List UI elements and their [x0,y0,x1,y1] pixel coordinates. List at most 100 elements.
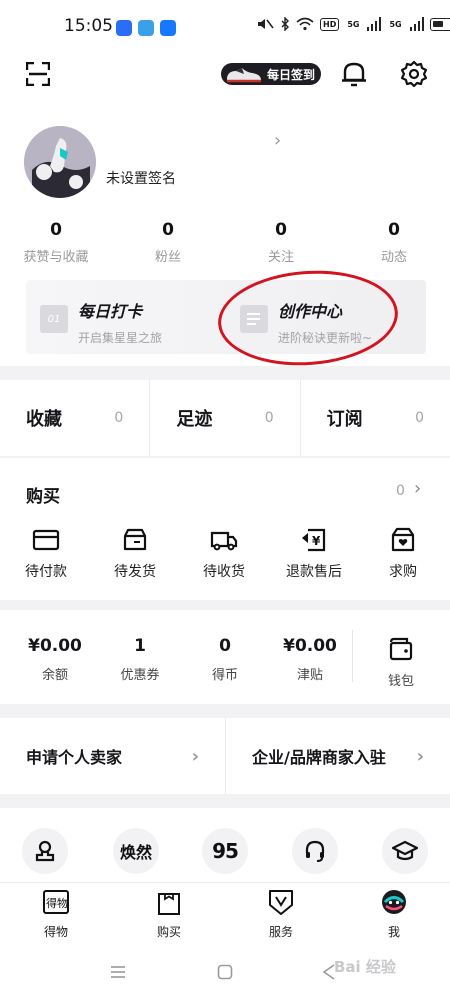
entry-count: 0 [415,410,424,426]
tab-buy[interactable]: 购买 [139,888,199,940]
profile-signature[interactable]: 未设置签名 [106,168,176,188]
truck-icon [210,531,238,551]
order-status-label: 待收货 [203,564,245,580]
stat-value: 0 [162,220,174,240]
menu-icon[interactable] [110,964,126,980]
chevron-right-icon[interactable]: › [274,130,281,151]
history-entry[interactable]: 足迹 0 [150,380,301,456]
wallet-button[interactable]: 钱包 [361,636,441,689]
svg-text:¥: ¥ [312,534,321,548]
orders-title[interactable]: 购买 [26,482,60,507]
huanran-logo[interactable]: 焕然 [113,828,159,874]
bluetooth-icon [281,17,289,31]
status-icons: HD 5G 5G [256,17,450,31]
stat-followers[interactable]: 0 粉丝 [112,220,224,265]
5g-badge: 5G [389,19,402,29]
headset-icon[interactable] [292,828,338,874]
scan-icon[interactable] [26,62,50,86]
avatar[interactable] [24,126,96,198]
orders-count[interactable]: 0 [396,483,405,499]
profile-avatar-icon [382,890,406,914]
stat-label: 关注 [267,250,294,265]
watermark: Bai 经验 [334,958,396,976]
dewu-icon: 得物 [43,890,69,914]
stamp-icon[interactable] [22,828,68,874]
order-status-label: 待付款 [25,564,67,580]
wallet-label: 津贴 [296,668,323,683]
shopping-bag-icon [158,893,180,915]
wallet-value: 0 [219,636,231,656]
avatar-figure-icon [24,126,96,198]
wanted-button[interactable]: 求购 [367,526,439,581]
heart-bag-icon [391,527,415,552]
shield-v-icon [269,890,293,915]
app-notification-icon [116,20,132,36]
stat-likes[interactable]: 0 获赞与收藏 [0,220,112,265]
refund-button[interactable]: ¥ 退款售后 [278,526,350,581]
app-notification-icon [138,20,154,36]
allowance-entry[interactable]: ¥0.00 津贴 [270,636,350,683]
5g-badge: 5G [347,19,360,29]
95-logo[interactable]: 95 [202,828,248,874]
pending-receipt-button[interactable]: 待收货 [188,526,260,581]
svg-text:得物: 得物 [46,896,68,910]
wallet-value: 1 [134,636,146,656]
coupons-entry[interactable]: 1 优惠券 [100,636,180,683]
tab-label: 我 [387,925,400,939]
stat-label: 动态 [380,250,407,265]
headset-glyph [305,840,325,862]
stamp-glyph [35,840,55,862]
favorites-entry[interactable]: 收藏 0 [0,380,151,456]
brand-merchant-entry[interactable]: 企业/品牌商家入驻 › [226,718,450,794]
box-icon [123,528,147,551]
entry-count: 0 [114,410,124,426]
chevron-right-icon: › [416,745,424,767]
promo-subtitle: 开启集星星之旅 [78,331,163,345]
stat-label: 粉丝 [154,250,181,265]
hd-badge: HD [320,17,340,31]
stat-following[interactable]: 0 关注 [225,220,337,265]
wifi-icon [296,17,314,31]
wallet-value: ¥0.00 [283,636,337,656]
stat-posts[interactable]: 0 动态 [338,220,450,265]
balance-entry[interactable]: ¥0.00 余额 [15,636,95,683]
entry-label: 申请个人卖家 [26,748,123,767]
entry-label: 订阅 [326,409,363,430]
signal-icon [367,17,382,31]
stat-value: 0 [50,220,62,240]
card-icon [32,529,60,551]
coins-entry[interactable]: 0 得币 [185,636,265,683]
wallet-label: 钱包 [387,674,414,689]
chevron-right-icon[interactable]: › [414,478,421,499]
wallet-icon [389,637,413,661]
battery-icon [429,17,450,31]
promo-title: 每日打卡 [78,302,143,321]
graduation-cap-glyph [392,840,418,861]
tab-label: 购买 [156,925,181,939]
wallet-label: 得币 [211,668,238,683]
divider [352,630,353,682]
tab-me[interactable]: 我 [364,888,424,940]
pending-payment-button[interactable]: 待付款 [10,526,82,581]
seller-row: 申请个人卖家 › 企业/品牌商家入驻 › [0,718,450,794]
signal-icon [409,17,424,31]
entry-label: 收藏 [26,409,62,430]
gear-icon[interactable] [400,60,428,88]
tab-service[interactable]: 服务 [251,888,311,940]
daily-checkin-card[interactable]: 每日打卡 开启集星星之旅 [78,298,162,346]
graduation-cap-icon[interactable] [382,828,428,874]
chevron-right-icon: › [191,745,199,767]
wallet-label: 优惠券 [120,668,160,683]
subscriptions-entry[interactable]: 订阅 0 [301,380,450,456]
wallet-value: ¥0.00 [28,636,82,656]
tab-dewu[interactable]: 得物 得物 [26,888,86,940]
order-status-label: 退款售后 [286,564,342,580]
tab-label: 服务 [268,925,293,939]
personal-seller-entry[interactable]: 申请个人卖家 › [0,718,226,794]
wallet-label: 余额 [41,668,68,683]
status-time: 15:05 [64,16,113,36]
mute-icon [258,19,274,29]
pending-shipment-button[interactable]: 待发货 [99,526,171,581]
bell-icon[interactable] [341,60,367,88]
home-icon[interactable] [217,964,233,980]
